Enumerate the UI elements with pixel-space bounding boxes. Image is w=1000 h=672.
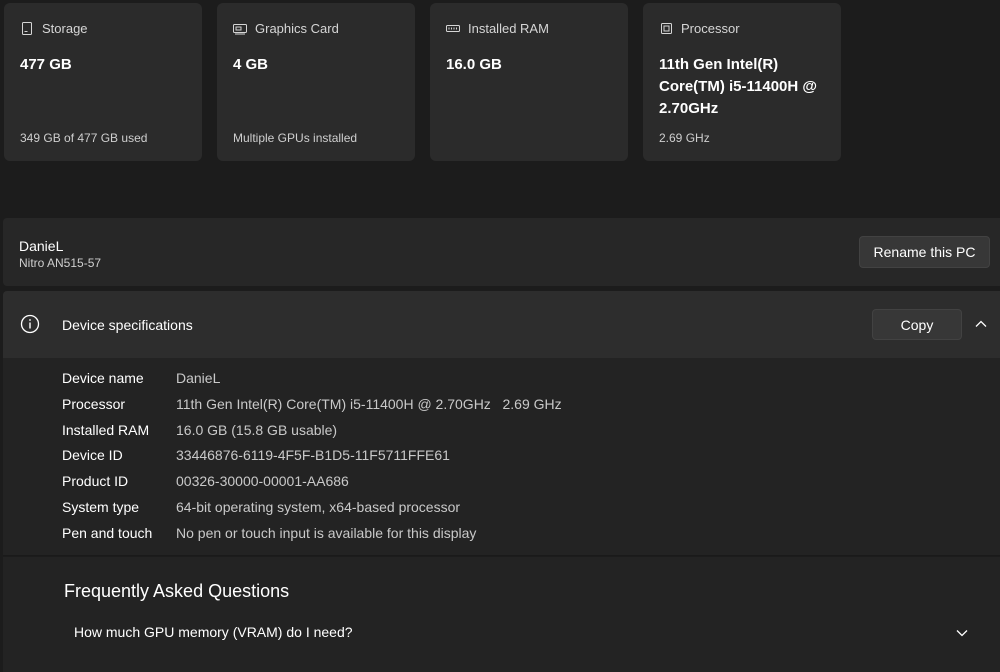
graphics-card-icon bbox=[233, 22, 247, 36]
installed-ram-card[interactable]: Installed RAM 16.0 GB bbox=[430, 3, 628, 161]
card-value: 477 GB bbox=[20, 56, 72, 73]
spec-label: Device name bbox=[62, 370, 144, 386]
ram-icon bbox=[446, 22, 460, 36]
spec-label: Processor bbox=[62, 396, 126, 412]
card-title: Graphics Card bbox=[255, 21, 339, 36]
card-value: 11th Gen Intel(R) Core(TM) i5-11400H @ 2… bbox=[659, 56, 818, 117]
card-value: 16.0 GB bbox=[446, 56, 502, 73]
storage-icon bbox=[20, 22, 34, 36]
card-subtext: 349 GB of 477 GB used bbox=[20, 131, 148, 145]
section-title: Device specifications bbox=[62, 317, 193, 333]
graphics-card-card[interactable]: Graphics Card 4 GB Multiple GPUs install… bbox=[217, 3, 415, 161]
faq-section: Frequently Asked Questions How much GPU … bbox=[3, 557, 1000, 672]
card-title: Installed RAM bbox=[468, 21, 549, 36]
pc-model: Nitro AN515-57 bbox=[19, 256, 102, 270]
spec-value: No pen or touch input is available for t… bbox=[176, 525, 477, 541]
rename-pc-button[interactable]: Rename this PC bbox=[859, 236, 990, 268]
pc-name-section: DanieL Nitro AN515-57 Rename this PC bbox=[3, 218, 1000, 286]
chevron-down-icon[interactable] bbox=[954, 625, 970, 641]
card-subtext: 2.69 GHz bbox=[659, 131, 710, 145]
spec-value: 33446876-6119-4F5F-B1D5-11F5711FFE61 bbox=[176, 447, 450, 463]
device-specifications-list: Device name DanieL Processor 11th Gen In… bbox=[3, 358, 1000, 556]
pc-name: DanieL bbox=[19, 238, 64, 254]
processor-card[interactable]: Processor 11th Gen Intel(R) Core(TM) i5-… bbox=[643, 3, 841, 161]
card-value: 4 GB bbox=[233, 56, 269, 73]
spec-value: DanieL bbox=[176, 370, 221, 386]
card-subtext: Multiple GPUs installed bbox=[233, 131, 358, 145]
spec-label: Pen and touch bbox=[62, 525, 153, 541]
chevron-up-icon[interactable] bbox=[973, 316, 989, 332]
storage-card[interactable]: Storage 477 GB 349 GB of 477 GB used bbox=[4, 3, 202, 161]
faq-question[interactable]: How much GPU memory (VRAM) do I need? bbox=[74, 624, 353, 640]
spec-value: 00326-30000-00001-AA686 bbox=[176, 473, 349, 489]
info-icon bbox=[20, 314, 40, 334]
spec-value: 16.0 GB (15.8 GB usable) bbox=[176, 422, 338, 438]
spec-label: Product ID bbox=[62, 473, 129, 489]
spec-value: 11th Gen Intel(R) Core(TM) i5-11400H @ 2… bbox=[176, 396, 562, 412]
spec-label: System type bbox=[62, 499, 140, 515]
spec-label: Device ID bbox=[62, 447, 123, 463]
processor-icon bbox=[659, 22, 673, 36]
card-title: Processor bbox=[681, 21, 740, 36]
spec-label: Installed RAM bbox=[62, 422, 150, 438]
card-title: Storage bbox=[42, 21, 88, 36]
faq-title: Frequently Asked Questions bbox=[64, 581, 290, 601]
device-specifications-header[interactable]: Device specifications Copy bbox=[3, 291, 1000, 358]
spec-value: 64-bit operating system, x64-based proce… bbox=[176, 499, 461, 515]
copy-button[interactable]: Copy bbox=[872, 309, 962, 340]
